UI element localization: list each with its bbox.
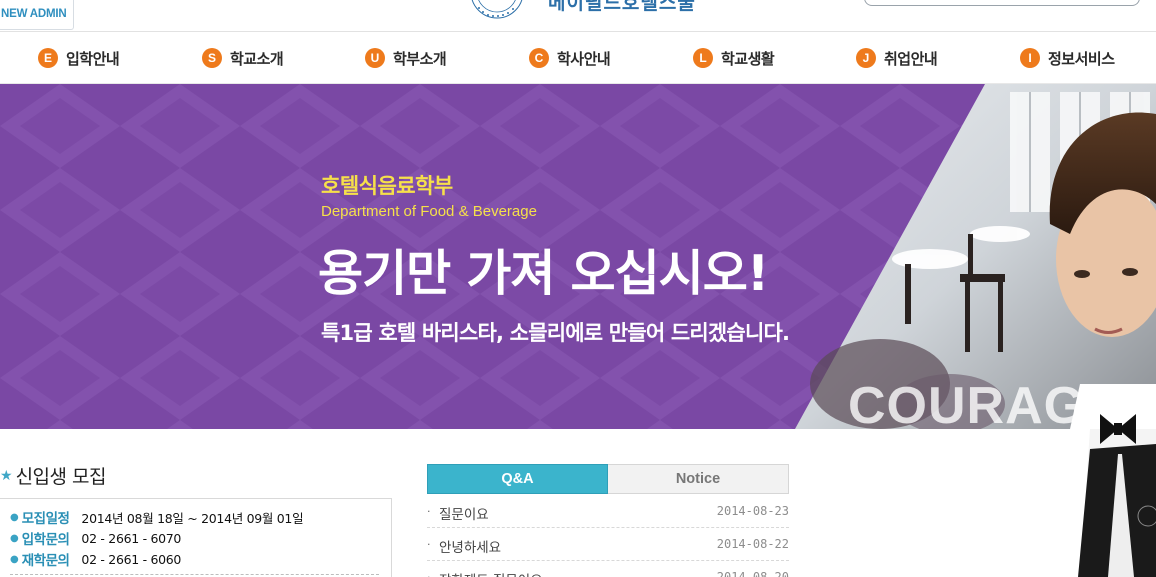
tab-notice[interactable]: Notice bbox=[608, 464, 789, 494]
nav-label: 취업안내 bbox=[884, 49, 938, 68]
nav-label: 학교소개 bbox=[230, 49, 284, 68]
divider bbox=[10, 574, 379, 575]
nav-item-academics[interactable]: C 학사안내 bbox=[529, 47, 611, 69]
nav-item-info-services[interactable]: I 정보서비스 bbox=[1020, 47, 1115, 69]
recruitment-row: ● 모집일정 2014년 08월 18일 ~ 2014년 09월 01일 bbox=[10, 508, 304, 528]
hero-headline: 용기만 가져 오십시오! bbox=[318, 245, 769, 302]
post-title: 장학제도 질문이요 bbox=[439, 569, 543, 577]
recruitment-heading: ★ 신입생 모집 bbox=[0, 462, 107, 489]
board-post[interactable]: · 안녕하세요 2014-08-22 bbox=[427, 528, 789, 561]
nav-letter-icon: U bbox=[365, 48, 385, 68]
new-admin-label: NEW ADMIN bbox=[1, 8, 67, 20]
hero-department-name: Department of Food & Beverage bbox=[321, 203, 537, 220]
bullet-icon: · bbox=[427, 571, 431, 577]
main-navigation: E 입학안내 S 학교소개 U 학부소개 C 학사안내 L 학교생활 J 취업안… bbox=[0, 33, 1156, 84]
star-icon: ★ bbox=[0, 467, 13, 484]
nav-label: 학부소개 bbox=[393, 49, 447, 68]
recruitment-row-value: 02 - 2661 - 6070 bbox=[81, 530, 182, 546]
recruitment-row-value: 2014년 08월 18일 ~ 2014년 09월 01일 bbox=[81, 510, 304, 526]
school-name-logo[interactable]: 메이필드호텔스쿨 bbox=[548, 0, 696, 15]
board-tabs: Q&A Notice bbox=[427, 464, 789, 494]
student-photo bbox=[1078, 414, 1156, 577]
post-date: 2014-08-20 bbox=[716, 570, 789, 577]
nav-item-campus-life[interactable]: L 학교생활 bbox=[693, 47, 775, 69]
hero-faculty-title: 호텔식음료학부 bbox=[321, 174, 453, 198]
top-bar: NEW ADMIN 메이필드호텔스쿨 bbox=[0, 0, 1156, 32]
nav-letter-icon: C bbox=[529, 48, 549, 68]
nav-letter-icon: L bbox=[693, 48, 713, 68]
nav-item-faculties[interactable]: U 학부소개 bbox=[365, 47, 447, 69]
post-title: 질문이요 bbox=[439, 507, 489, 523]
nav-item-careers[interactable]: J 취업안내 bbox=[856, 47, 938, 69]
nav-label: 학교생활 bbox=[721, 49, 775, 68]
recruitment-title: 신입생 모집 bbox=[15, 466, 107, 488]
bullet-icon: · bbox=[427, 505, 431, 518]
recruitment-info-box: ● 모집일정 2014년 08월 18일 ~ 2014년 09월 01일 ● 입… bbox=[0, 498, 392, 577]
new-admin-link[interactable]: NEW ADMIN bbox=[0, 0, 74, 30]
nav-item-admissions[interactable]: E 입학안내 bbox=[38, 47, 120, 69]
board-post[interactable]: · 장학제도 질문이요 2014-08-20 bbox=[427, 561, 789, 577]
nav-item-school-intro[interactable]: S 학교소개 bbox=[202, 47, 284, 69]
post-date: 2014-08-22 bbox=[716, 537, 789, 551]
nav-label: 정보서비스 bbox=[1048, 49, 1115, 68]
recruitment-row-value: 02 - 2661 - 6060 bbox=[81, 551, 182, 567]
hero-description: 특1급 호텔 바리스타, 소믈리에로 만들어 드리겠습니다. bbox=[321, 321, 790, 345]
recruitment-row: ● 입학문의 02 - 2661 - 6070 bbox=[10, 529, 182, 549]
bullet-icon: ● bbox=[10, 532, 19, 544]
bullet-icon: ● bbox=[10, 511, 19, 523]
nav-letter-icon: I bbox=[1020, 48, 1040, 68]
school-seal-logo[interactable] bbox=[462, 0, 532, 26]
bullet-icon: ● bbox=[10, 553, 19, 565]
recruitment-row: ● 재학문의 02 - 2661 - 6060 bbox=[10, 550, 182, 570]
nav-label: 입학안내 bbox=[66, 49, 120, 68]
board-widget: Q&A Notice · 질문이요 2014-08-23 · 안녕하세요 201… bbox=[427, 464, 789, 577]
hero-banner[interactable]: 호텔식음료학부 Department of Food & Beverage 용기… bbox=[0, 84, 1156, 429]
post-title: 안녕하세요 bbox=[439, 540, 502, 556]
tab-qna[interactable]: Q&A bbox=[427, 464, 608, 494]
recruitment-row-label: 재학문의 bbox=[21, 553, 70, 569]
nav-letter-icon: J bbox=[856, 48, 876, 68]
board-post[interactable]: · 질문이요 2014-08-23 bbox=[427, 495, 789, 528]
nav-letter-icon: S bbox=[202, 48, 222, 68]
post-date: 2014-08-23 bbox=[716, 504, 789, 518]
nav-label: 학사안내 bbox=[557, 49, 611, 68]
recruitment-row-label: 모집일정 bbox=[21, 511, 70, 527]
search-input[interactable] bbox=[864, 0, 1140, 6]
bullet-icon: · bbox=[427, 538, 431, 551]
recruitment-row-label: 입학문의 bbox=[21, 532, 70, 548]
nav-letter-icon: E bbox=[38, 48, 58, 68]
